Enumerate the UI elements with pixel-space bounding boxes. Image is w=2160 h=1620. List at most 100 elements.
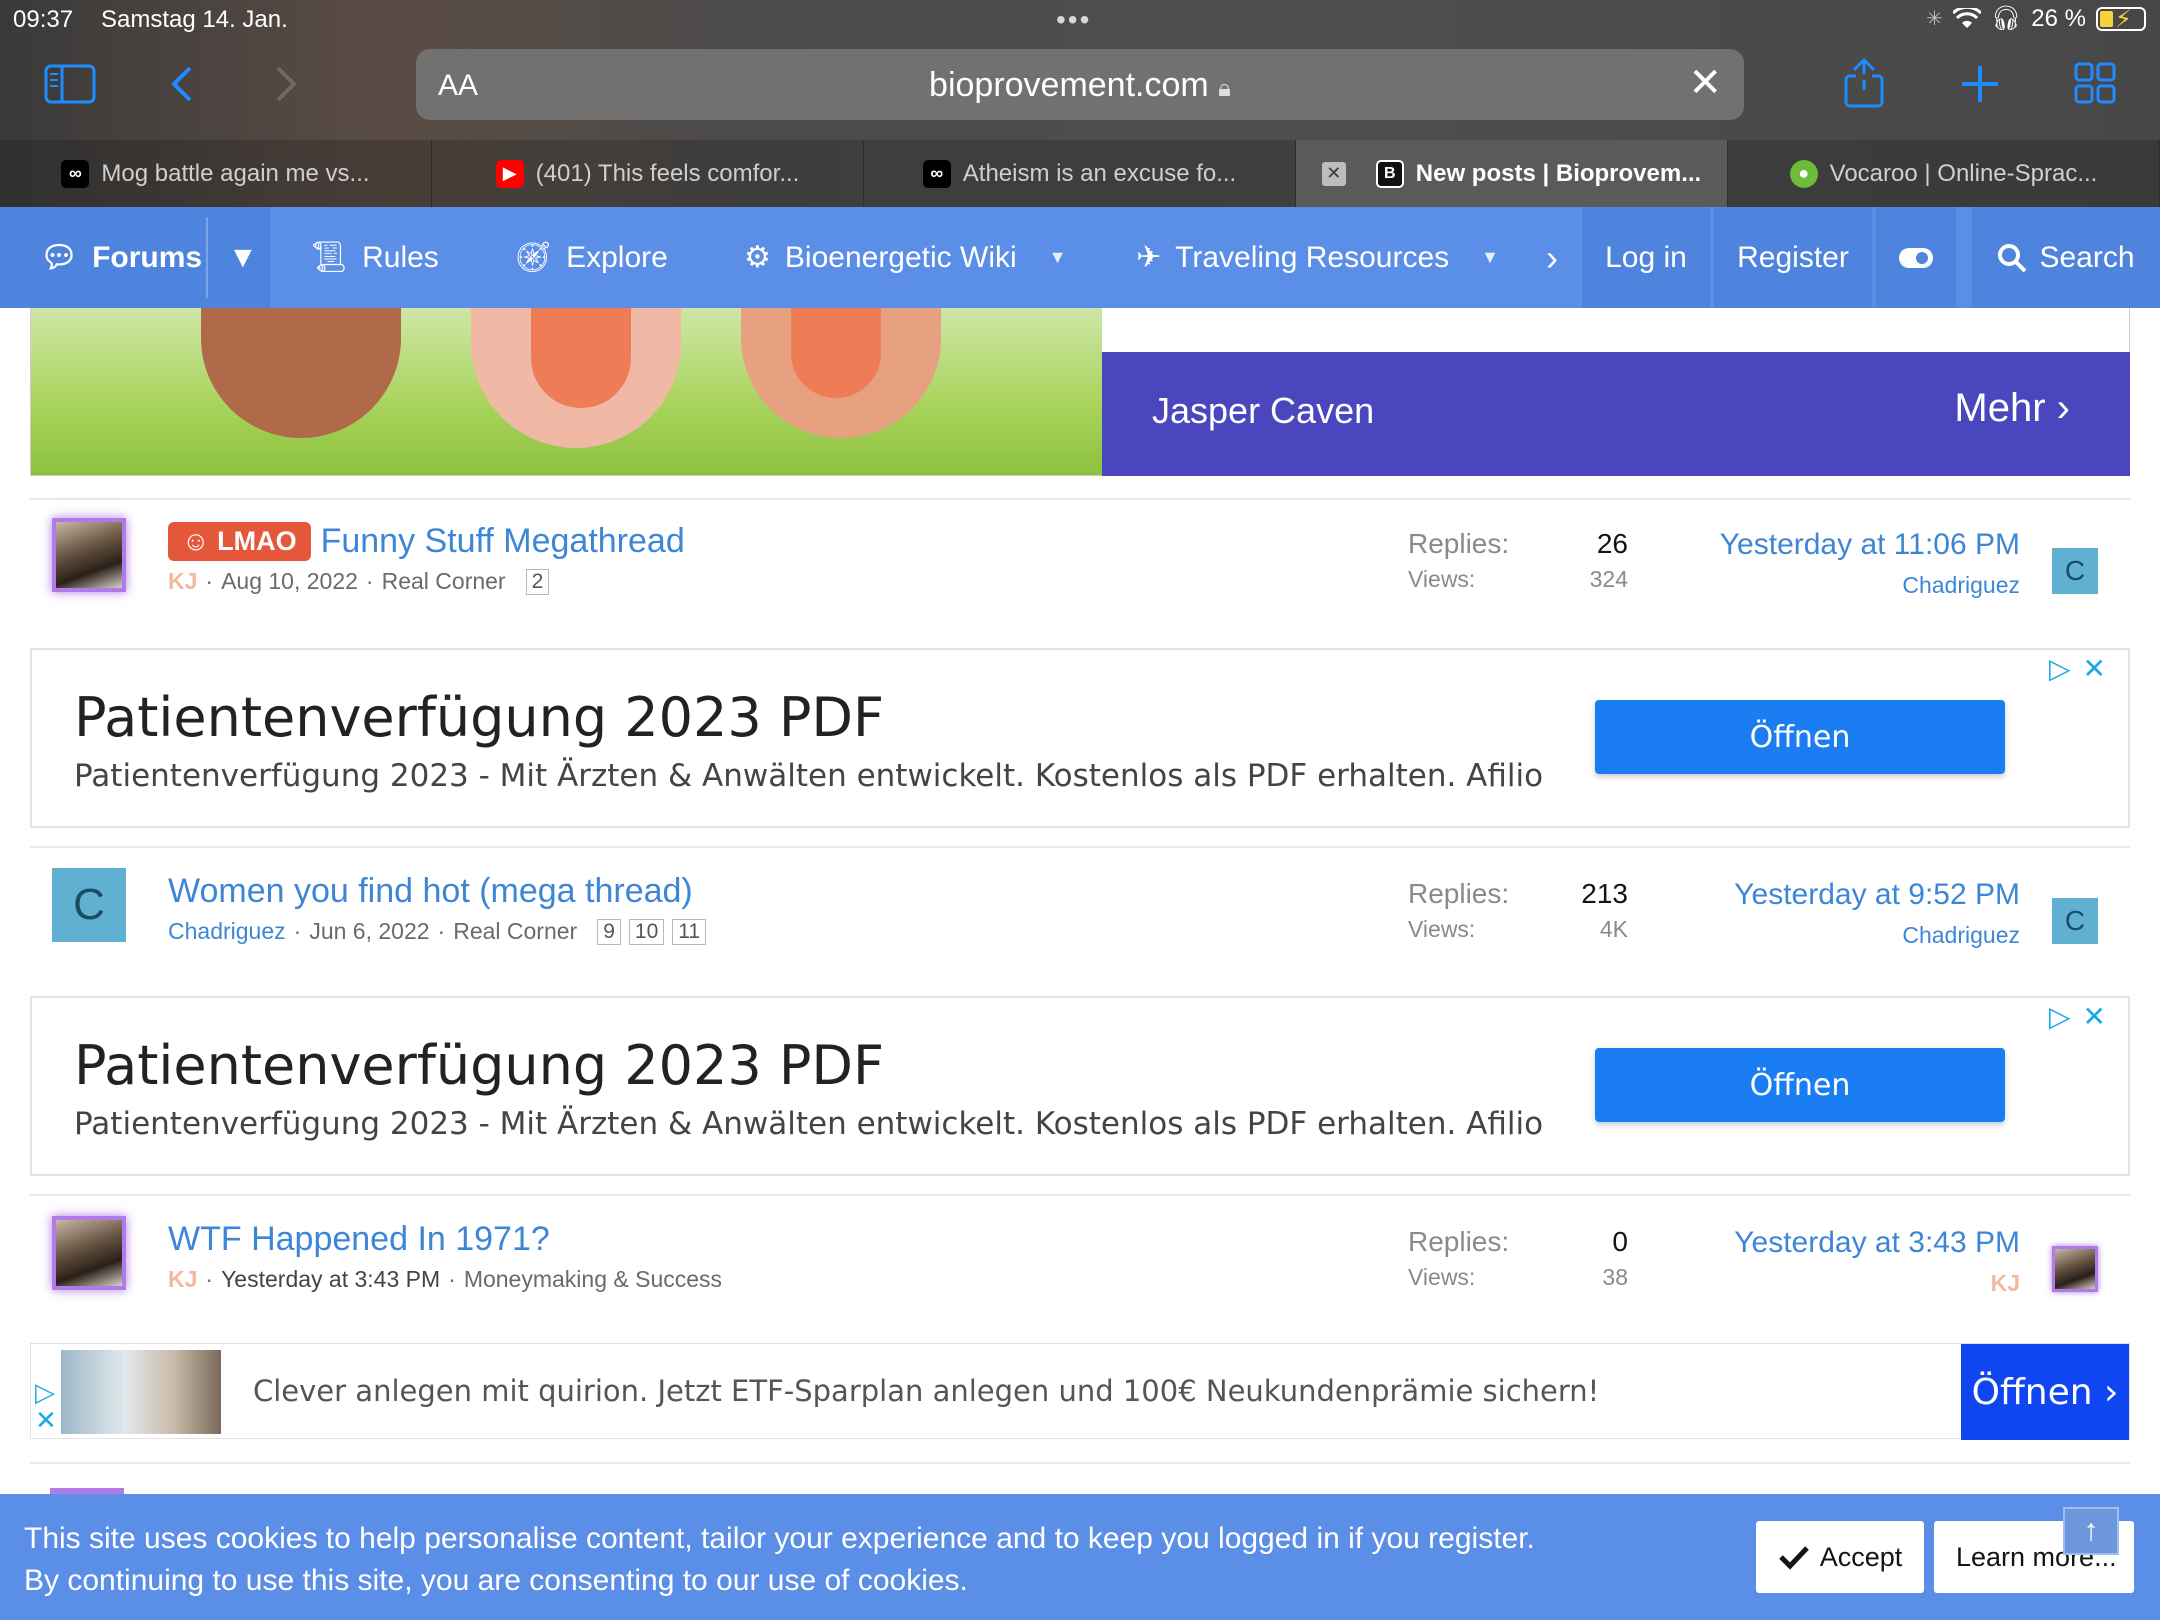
views-label: Views: <box>1408 1264 1476 1290</box>
thread-start-date[interactable]: Yesterday at 3:43 PM <box>221 1266 440 1293</box>
arrow-up-icon: ↑ <box>2083 1514 2099 1547</box>
thread-title-link[interactable]: Women you find hot (mega thread) <box>168 872 693 911</box>
last-post-time[interactable]: Yesterday at 9:52 PM <box>1734 878 2020 912</box>
ad-image <box>30 308 1102 476</box>
last-post-user[interactable]: KJ <box>1734 1270 2020 1297</box>
avatar[interactable]: C <box>52 868 126 942</box>
thread-forum[interactable]: Real Corner <box>453 918 577 945</box>
thread-start-date[interactable]: Aug 10, 2022 <box>221 568 358 595</box>
adchoices-icon[interactable]: ▷✕ <box>2049 652 2118 685</box>
last-post-time[interactable]: Yesterday at 3:43 PM <box>1734 1226 2020 1260</box>
browser-tab[interactable]: ● Vocaroo | Online-Sprac... <box>1728 140 2160 207</box>
register-button[interactable]: Register <box>1714 207 1872 308</box>
last-poster-avatar[interactable] <box>2052 1246 2098 1292</box>
thread-row[interactable]: C Women you find hot (mega thread) Chadr… <box>30 854 2130 964</box>
thread-forum[interactable]: Moneymaking & Success <box>464 1266 722 1293</box>
thread-title-link[interactable]: Funny Stuff Megathread <box>321 522 685 561</box>
last-post-time[interactable]: Yesterday at 11:06 PM <box>1720 528 2020 562</box>
ad-banner[interactable]: Jasper Caven Mehr › <box>1102 352 2130 476</box>
last-post-user[interactable]: Chadriguez <box>1720 572 2020 599</box>
row-divider <box>30 1194 2130 1196</box>
search-button[interactable]: Search <box>1972 207 2160 308</box>
ad-spacer <box>1102 308 2130 352</box>
ad-more-link[interactable]: Mehr › <box>1954 386 2070 431</box>
thread-author[interactable]: Chadriguez <box>168 918 286 945</box>
thread-row[interactable]: ☺︎ LMAO Funny Stuff Megathread KJ · Aug … <box>30 504 2130 614</box>
thread-forum[interactable]: Real Corner <box>382 568 506 595</box>
replies-count: 0 <box>1612 1226 1628 1257</box>
new-tab-icon[interactable] <box>1960 64 2000 104</box>
ad-open-button[interactable]: Öffnen › <box>1961 1344 2129 1440</box>
multitasking-dots-icon[interactable]: ••• <box>1056 4 1091 36</box>
browser-tab-active[interactable]: ✕ B New posts | Bioprovem... <box>1296 140 1728 207</box>
nav-explore[interactable]: 🧭︎ Explore <box>514 207 668 308</box>
advertisement[interactable]: Patientenverfügung 2023 PDF Patientenver… <box>30 996 2130 1176</box>
browser-tab[interactable]: ∞ Atheism is an excuse fo... <box>864 140 1296 207</box>
address-bar[interactable]: AA bioprovement.com 🔒︎ ✕ <box>416 49 1744 120</box>
thread-meta: KJ · Aug 10, 2022 · Real Corner 2 <box>168 568 550 595</box>
page-link[interactable]: 9 <box>597 918 621 945</box>
login-button[interactable]: Log in <box>1582 207 1710 308</box>
page-link[interactable]: 10 <box>628 918 665 945</box>
ad-open-button[interactable]: Öffnen <box>1595 700 2005 774</box>
scroll-to-top-button[interactable]: ↑ <box>2063 1507 2119 1555</box>
page-link[interactable]: 2 <box>525 568 550 595</box>
avatar[interactable] <box>52 1216 126 1290</box>
status-time: 09:37 <box>13 6 74 33</box>
top-advertisement[interactable]: Jasper Caven Mehr › <box>30 308 2130 476</box>
nav-traveling-resources[interactable]: ✈︎ Traveling Resources ▼ <box>1136 207 1499 308</box>
separator: · <box>293 918 302 944</box>
browser-toolbar: AA bioprovement.com 🔒︎ ✕ <box>0 40 2160 140</box>
thread-author[interactable]: KJ <box>168 1266 197 1293</box>
thread-author[interactable]: KJ <box>168 568 197 595</box>
sidebar-icon[interactable] <box>44 64 96 104</box>
share-icon[interactable] <box>1842 58 1886 108</box>
browser-tab[interactable]: ∞ Mog battle again me vs... <box>0 140 432 207</box>
thread-row[interactable]: WTF Happened In 1971? KJ · Yesterday at … <box>30 1202 2130 1312</box>
accept-cookies-button[interactable]: Accept <box>1756 1521 1924 1593</box>
chevron-down-icon[interactable]: ▼ <box>1481 247 1499 268</box>
avatar[interactable] <box>52 518 126 592</box>
views-count: 324 <box>1589 566 1628 592</box>
nav-bioenergetic-wiki[interactable]: ⚙︎ Bioenergetic Wiki ▼ <box>744 207 1067 308</box>
banner-advertisement[interactable]: ▷ ✕ Clever anlegen mit quirion. Jetzt ETF… <box>30 1343 2130 1440</box>
last-poster-avatar[interactable]: C <box>2052 548 2098 594</box>
url-text[interactable]: bioprovement.com 🔒︎ <box>416 66 1744 105</box>
ad-body: Patientenverfügung 2023 - Mit Ärzten & A… <box>74 1106 1544 1142</box>
browser-tab[interactable]: ▶ (401) This feels comfor... <box>432 140 864 207</box>
back-icon[interactable] <box>170 64 194 104</box>
adchoices-icon[interactable]: ▷✕ <box>35 1378 57 1434</box>
battery-percent: 26 % <box>2031 4 2086 32</box>
adchoices-icon[interactable]: ▷✕ <box>2049 1000 2118 1033</box>
last-post: Yesterday at 9:52 PM Chadriguez <box>1734 878 2020 949</box>
thread-title-link[interactable]: WTF Happened In 1971? <box>168 1220 550 1259</box>
advertisement[interactable]: Patientenverfügung 2023 PDF Patientenver… <box>30 648 2130 828</box>
last-poster-avatar[interactable]: C <box>2052 898 2098 944</box>
tab-overview-icon[interactable] <box>2074 62 2116 104</box>
nav-rules[interactable]: 📜︎ Rules <box>310 207 439 308</box>
register-label: Register <box>1737 240 1849 274</box>
thread-prefix-label[interactable]: ☺︎ LMAO <box>168 522 311 561</box>
nav-forums-label: Forums <box>92 240 203 274</box>
compass-icon: 🧭︎ <box>514 241 553 274</box>
thread-start-date[interactable]: Jun 6, 2022 <box>309 918 429 945</box>
prefix-text: LMAO <box>217 526 297 556</box>
ad-open-button[interactable]: Öffnen <box>1595 1048 2005 1122</box>
nav-traveling-label: Traveling Resources <box>1175 240 1450 274</box>
nav-scroll-right-icon[interactable]: › <box>1546 207 1558 308</box>
forums-caret-icon[interactable]: ▼ <box>228 207 258 308</box>
forward-icon[interactable] <box>274 64 298 104</box>
ad-headline[interactable]: Patientenverfügung 2023 PDF <box>74 686 884 749</box>
ad-headline[interactable]: Patientenverfügung 2023 PDF <box>74 1034 884 1097</box>
style-toggle-button[interactable] <box>1876 207 1956 308</box>
ad-text[interactable]: Clever anlegen mit quirion. Jetzt ETF-Sp… <box>253 1374 1599 1408</box>
clear-url-icon[interactable]: ✕ <box>1688 63 1722 103</box>
page-link[interactable]: 11 <box>672 918 707 945</box>
tab-title: Atheism is an excuse fo... <box>962 159 1237 187</box>
ad-body: Patientenverfügung 2023 - Mit Ärzten & A… <box>74 758 1544 794</box>
last-post-user[interactable]: Chadriguez <box>1734 922 2020 949</box>
search-icon <box>1998 243 2027 272</box>
close-tab-icon[interactable]: ✕ <box>1321 161 1346 186</box>
thread-stats: Replies: 213 Views: 4K <box>1408 878 1628 943</box>
chevron-down-icon[interactable]: ▼ <box>1049 247 1067 268</box>
